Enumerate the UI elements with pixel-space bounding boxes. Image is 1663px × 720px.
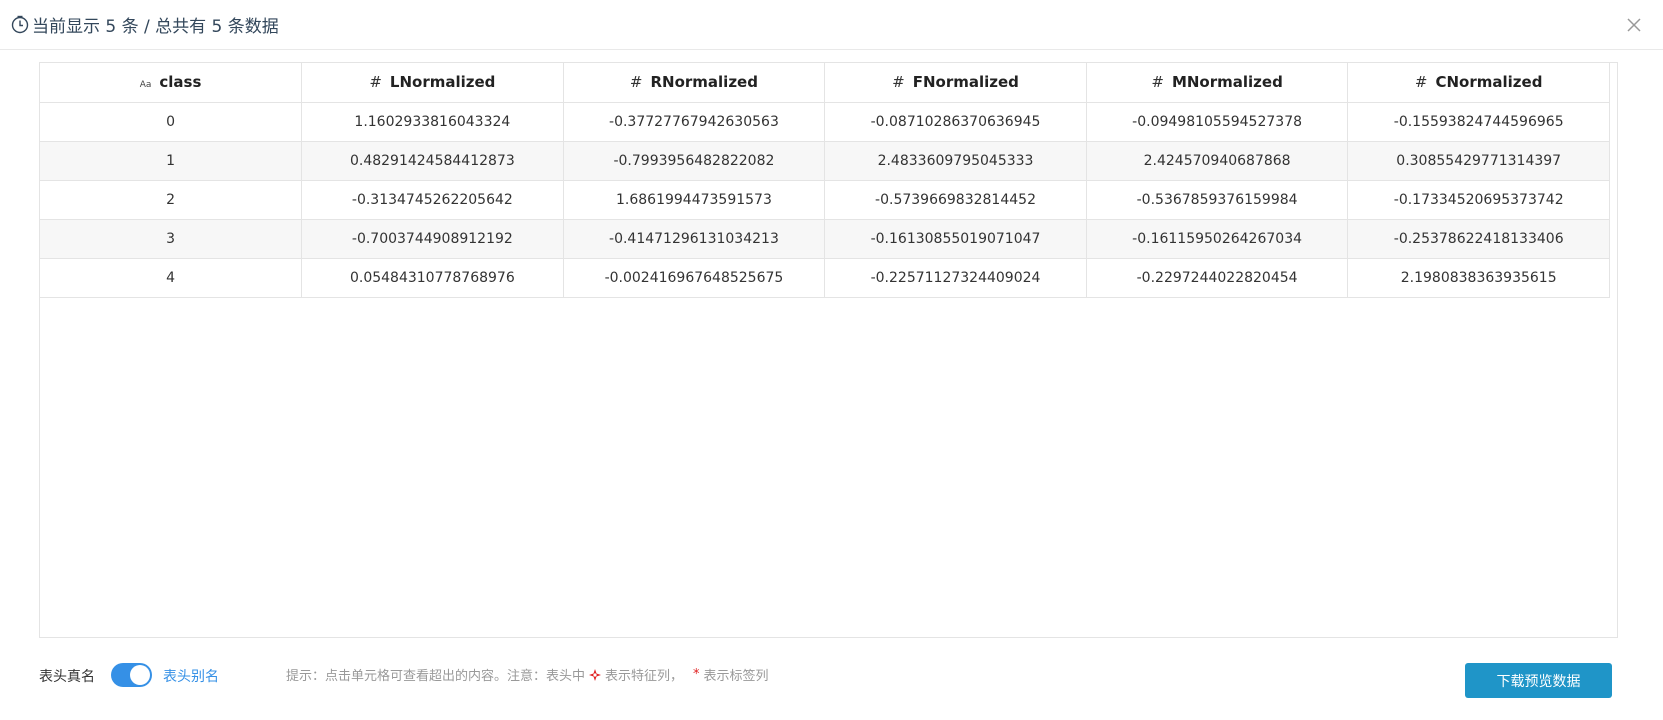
column-header-rnormalized[interactable]: # RNormalized [563,63,826,103]
table-cell[interactable]: 0.05484310778768976 [301,258,564,298]
close-icon[interactable] [1623,14,1645,36]
table-cell[interactable]: 4 [40,258,303,298]
header-alias-label[interactable]: 表头别名 [163,666,219,686]
toggle-knob [130,665,150,685]
table-cell[interactable]: 0.48291424584412873 [301,141,564,181]
hint-prefix: 提示：点击单元格可查看超出的内容。注意：表头中 [286,669,586,684]
table-row: 0 1.1602933816043324 -0.37727767942630563-… [40,102,1610,142]
column-header-lnormalized[interactable]: # LNormalized [301,63,564,103]
table-cell[interactable]: -0.08710286370636945 [824,102,1087,142]
table-cell[interactable]: 2.1980838363935615 [1347,258,1610,298]
table-row: 2 -0.3134745262205642 1.6861994473591573 -0… [40,180,1610,220]
table-cell[interactable]: -0.09498105594527378 [1086,102,1349,142]
column-header-label: class [159,73,202,92]
column-header-fnormalized[interactable]: # FNormalized [824,63,1087,103]
table-cell[interactable]: -0.41471296131034213 [563,219,826,259]
dialog-header: 当前显示 5 条 / 总共有 5 条数据 [0,0,1663,50]
header-title: 当前显示 5 条 / 总共有 5 条数据 [10,12,279,37]
table-cell[interactable]: 2 [40,180,303,220]
table-cell[interactable]: 1.1602933816043324 [301,102,564,142]
table-cell[interactable]: 0.30855429771314397 [1347,141,1610,181]
table-cell[interactable]: -0.16130855019071047 [824,219,1087,259]
preview-table: Aa class # LNormalized # RNormalized # FNormali… [40,63,1610,298]
table-cell[interactable]: -0.16115950264267034 [1086,219,1349,259]
column-header-label: FNormalized [912,73,1019,92]
feature-column-icon [589,668,602,681]
table-cell[interactable]: 1.6861994473591573 [563,180,826,220]
header-real-name-label[interactable]: 表头真名 [39,666,95,686]
table-header-row: Aa class # LNormalized # RNormalized # FNormali… [40,63,1610,103]
column-header-mnormalized[interactable]: # MNormalized [1086,63,1349,103]
table-cell[interactable]: 3 [40,219,303,259]
table-cell[interactable]: 0 [40,102,303,142]
label-star-marker: * [693,667,700,682]
clock-icon [11,15,29,33]
header-name-toggle[interactable] [111,663,152,687]
table-cell[interactable]: -0.15593824744596965 [1347,102,1610,142]
table-cell[interactable]: -0.22571127324409024 [824,258,1087,298]
column-header-label: MNormalized [1171,73,1283,92]
table-cell[interactable]: -0.37727767942630563 [563,102,826,142]
table-cell[interactable]: 1 [40,141,303,181]
hint-label: 表示标签列 [703,669,769,684]
table-cell[interactable]: -0.17334520695373742 [1347,180,1610,220]
dialog-footer: 表头真名 表头别名 提示：点击单元格可查看超出的内容。注意：表头中 表示特征列，… [0,660,1663,720]
column-header-label: LNormalized [389,73,496,92]
hint-text: 提示：点击单元格可查看超出的内容。注意：表头中 表示特征列， * 表示标签列 [286,665,769,684]
numeric-type-icon: # [1414,73,1428,92]
table-cell[interactable]: -0.3134745262205642 [301,180,564,220]
download-preview-button[interactable]: 下载预览数据 [1465,663,1612,698]
table-cell[interactable]: -0.002416967648525675 [563,258,826,298]
table-cell[interactable]: -0.7993956482822082 [563,141,826,181]
table-cell[interactable]: -0.5367859376159984 [1086,180,1349,220]
table-cell[interactable]: -0.5739669832814452 [824,180,1087,220]
table-cell[interactable]: -0.7003744908912192 [301,219,564,259]
numeric-type-icon: # [1151,73,1164,92]
table-row: 3 -0.7003744908912192 -0.41471296131034213… [40,219,1610,259]
numeric-type-icon: # [369,73,382,92]
column-header-label: RNormalized [650,73,758,92]
table-cell[interactable]: 2.4833609795045333 [824,141,1087,181]
column-header-class[interactable]: Aa class [40,63,303,103]
column-header-label: CNormalized [1435,73,1543,92]
column-header-cnormalized[interactable]: # CNormalized [1347,63,1610,103]
preview-table-container[interactable]: Aa class # LNormalized # RNormalized # FNormali… [39,62,1618,638]
numeric-type-icon: # [629,73,643,92]
hint-feature: 表示特征列， [605,669,684,684]
table-row: 4 0.05484310778768976 -0.00241696764852567… [40,258,1610,298]
record-count-text: 当前显示 5 条 / 总共有 5 条数据 [32,17,279,37]
table-cell[interactable]: 2.424570940687868 [1086,141,1349,181]
table-cell[interactable]: -0.25378622418133406 [1347,219,1610,259]
text-type-icon: Aa [139,80,152,91]
table-cell[interactable]: -0.2297244022820454 [1086,258,1349,298]
table-row: 1 0.48291424584412873 -0.7993956482822082 2… [40,141,1610,181]
numeric-type-icon: # [892,73,905,92]
